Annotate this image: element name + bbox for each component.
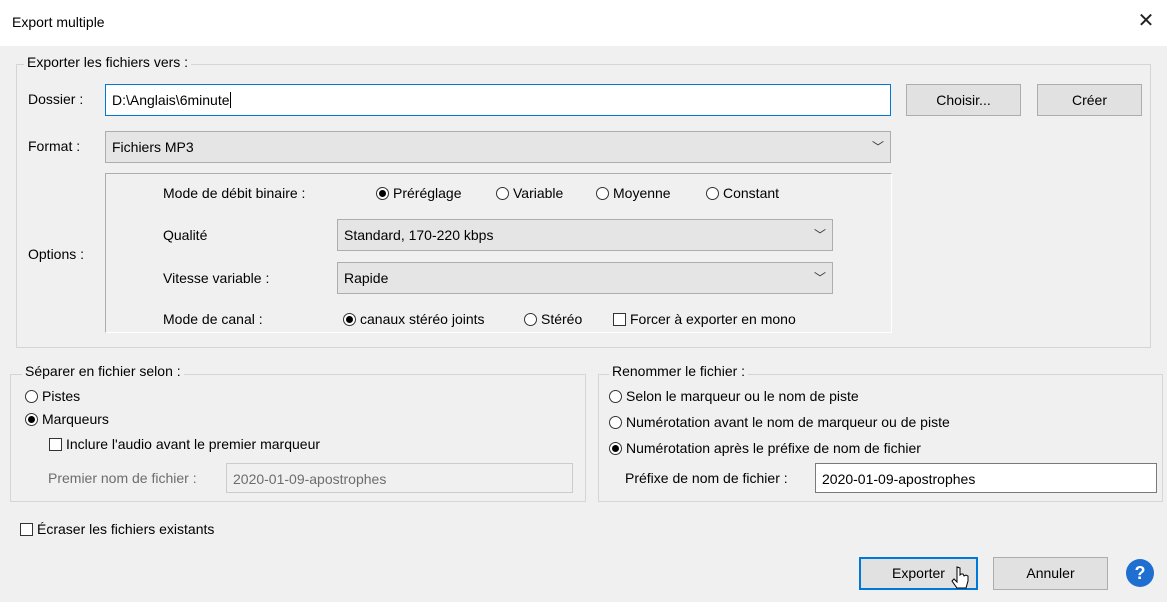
radio-tracks-label: Pistes — [42, 388, 81, 404]
close-icon[interactable]: ✕ — [1135, 10, 1157, 32]
rename-group-label: Renommer le fichier : — [609, 363, 749, 379]
bitrate-mode-label: Mode de débit binaire : — [163, 185, 306, 201]
first-file-label: Premier nom de fichier : — [48, 470, 197, 486]
title-bar — [0, 0, 1167, 46]
chevron-down-icon: ﹀ — [813, 228, 826, 242]
radio-constant-indicator — [706, 187, 719, 200]
radio-rename-number-after-indicator — [609, 442, 622, 455]
window-title: Export multiple — [12, 14, 105, 30]
export-to-group-label: Exporter les fichiers vers : — [24, 54, 192, 70]
radio-average-label: Moyenne — [613, 185, 671, 201]
radio-preset-label: Préréglage — [393, 185, 462, 201]
radio-stereo[interactable]: Stéréo — [524, 311, 582, 327]
include-audio-checkbox[interactable]: Inclure l'audio avant le premier marqueu… — [49, 436, 320, 452]
folder-input-value: D:\Anglais\6minute — [112, 92, 230, 108]
prefix-input[interactable]: 2020-01-09-apostrophes — [815, 463, 1157, 493]
radio-rename-marker-label: Selon le marqueur ou le nom de piste — [626, 388, 859, 404]
prefix-input-value: 2020-01-09-apostrophes — [822, 471, 976, 487]
channel-mode-label: Mode de canal : — [163, 311, 263, 327]
radio-tracks-indicator — [25, 390, 38, 403]
radio-tracks[interactable]: Pistes — [25, 388, 80, 404]
chevron-down-icon: ﹀ — [871, 140, 884, 154]
format-select[interactable]: Fichiers MP3 ﹀ — [105, 131, 891, 163]
force-mono-checkbox-box — [613, 313, 626, 326]
prefix-label: Préfixe de nom de fichier : — [625, 470, 788, 486]
overwrite-label: Écraser les fichiers existants — [37, 521, 215, 537]
quality-select-value: Standard, 170-220 kbps — [344, 227, 494, 243]
variable-speed-select-value: Rapide — [344, 270, 389, 286]
radio-average-indicator — [596, 187, 609, 200]
radio-preset[interactable]: Préréglage — [376, 185, 462, 201]
folder-input[interactable]: D:\Anglais\6minute — [105, 84, 891, 116]
force-mono-checkbox[interactable]: Forcer à exporter en mono — [613, 311, 796, 327]
choose-button[interactable]: Choisir... — [906, 84, 1021, 116]
first-file-input-value: 2020-01-09-apostrophes — [233, 471, 387, 487]
radio-markers[interactable]: Marqueurs — [25, 411, 109, 427]
create-button[interactable]: Créer — [1037, 84, 1142, 116]
radio-joint-stereo-label: canaux stéréo joints — [360, 311, 485, 327]
radio-stereo-indicator — [524, 313, 537, 326]
radio-variable-indicator — [496, 187, 509, 200]
split-group-label: Séparer en fichier selon : — [22, 363, 184, 379]
radio-rename-number-before[interactable]: Numérotation avant le nom de marqueur ou… — [609, 414, 950, 430]
radio-joint-stereo[interactable]: canaux stéréo joints — [343, 311, 485, 327]
first-file-input[interactable]: 2020-01-09-apostrophes — [226, 463, 573, 493]
chevron-down-icon: ﹀ — [813, 271, 826, 285]
radio-rename-number-before-indicator — [609, 416, 622, 429]
radio-preset-indicator — [376, 187, 389, 200]
radio-constant-label: Constant — [723, 185, 780, 201]
include-audio-checkbox-box — [49, 438, 62, 451]
force-mono-label: Forcer à exporter en mono — [630, 311, 796, 327]
include-audio-label: Inclure l'audio avant le premier marqueu… — [66, 436, 321, 452]
mouse-cursor-icon — [951, 566, 969, 589]
radio-joint-stereo-indicator — [343, 313, 356, 326]
variable-speed-label: Vitesse variable : — [163, 270, 270, 286]
radio-variable-label: Variable — [513, 185, 564, 201]
radio-rename-number-after[interactable]: Numérotation après le préfixe de nom de … — [609, 440, 921, 456]
quality-label: Qualité — [163, 227, 208, 243]
radio-markers-indicator — [25, 413, 38, 426]
quality-select[interactable]: Standard, 170-220 kbps ﹀ — [337, 219, 833, 251]
radio-rename-number-before-label: Numérotation avant le nom de marqueur ou… — [626, 414, 950, 430]
format-select-value: Fichiers MP3 — [112, 139, 194, 155]
options-label: Options : — [28, 246, 85, 262]
radio-markers-label: Marqueurs — [42, 411, 109, 427]
variable-speed-select[interactable]: Rapide ﹀ — [337, 262, 833, 294]
format-label: Format : — [28, 138, 81, 154]
radio-constant[interactable]: Constant — [706, 185, 779, 201]
radio-stereo-label: Stéréo — [541, 311, 583, 327]
overwrite-checkbox[interactable]: Écraser les fichiers existants — [20, 521, 214, 537]
radio-rename-marker-indicator — [609, 390, 622, 403]
radio-rename-number-after-label: Numérotation après le préfixe de nom de … — [626, 440, 921, 456]
radio-average[interactable]: Moyenne — [596, 185, 671, 201]
cancel-button[interactable]: Annuler — [993, 557, 1108, 590]
help-icon[interactable]: ? — [1126, 559, 1154, 587]
radio-variable[interactable]: Variable — [496, 185, 563, 201]
overwrite-checkbox-box — [20, 523, 33, 536]
folder-label: Dossier : — [28, 91, 84, 107]
radio-rename-marker[interactable]: Selon le marqueur ou le nom de piste — [609, 388, 859, 404]
